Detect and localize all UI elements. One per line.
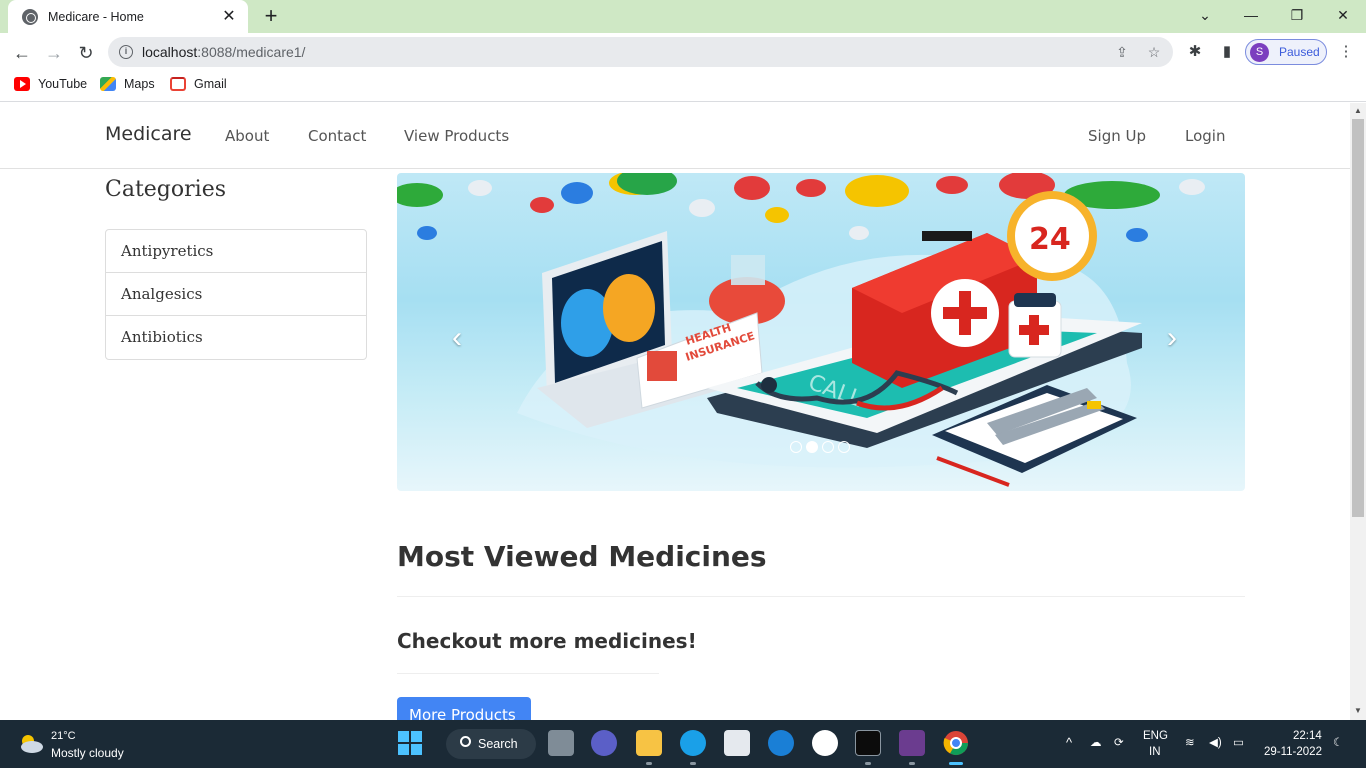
scroll-down-icon[interactable]: ▼ [1353,706,1363,715]
profile-status: Paused [1279,45,1320,59]
cloud-icon [21,735,43,753]
store-icon[interactable] [724,730,750,756]
carousel-dot[interactable] [790,441,802,453]
nav-login[interactable]: Login [1185,127,1225,145]
extensions-icon[interactable]: ✱ [1186,43,1204,61]
bookmarks-bar: YouTube Maps Gmail [0,71,1366,102]
close-window-button[interactable]: ✕ [1320,0,1366,30]
new-tab-button[interactable]: + [258,4,284,30]
volume-icon[interactable]: ◀) [1209,735,1222,749]
share-icon[interactable]: ⇪ [1114,44,1130,60]
help-icon[interactable] [768,730,794,756]
side-panel-icon[interactable]: ▮ [1218,43,1236,61]
terminal-icon[interactable] [855,730,881,756]
task-view-icon[interactable] [548,730,574,756]
site-navbar: Medicare About Contact View Products Sig… [0,103,1350,169]
divider [397,673,659,674]
running-indicator [646,762,652,765]
browser-tab-bar: Medicare - Home ✕ + ⌄ — ❐ ✕ [0,0,1366,33]
active-indicator [949,762,963,765]
app-icon[interactable] [812,730,838,756]
running-indicator [909,762,915,765]
category-item[interactable]: Analgesics [106,273,366,316]
clock-time[interactable]: 22:14 [1293,730,1322,742]
brand-link[interactable]: Medicare [105,123,192,145]
file-explorer-icon[interactable] [636,730,662,756]
running-indicator [865,762,871,765]
stopwatch-number: 24 [1029,222,1071,257]
carousel-dot[interactable] [838,441,850,453]
carousel-dot[interactable] [822,441,834,453]
sync-icon[interactable]: ⟳ [1114,735,1124,749]
tab-search-icon[interactable]: ⌄ [1182,0,1228,30]
battery-icon[interactable]: ▭ [1233,735,1244,749]
carousel-indicators [790,441,850,453]
edge-icon[interactable] [680,730,706,756]
bookmark-gmail[interactable]: Gmail [170,77,227,91]
scroll-thumb[interactable] [1352,119,1364,517]
image-carousel: HEALTH INSURANCE CALL 24 ‹ › [397,173,1245,491]
region-label[interactable]: IN [1149,746,1161,758]
categories-heading: Categories [105,177,226,202]
back-icon[interactable]: ← [8,39,36,67]
divider [397,596,1245,597]
onedrive-icon[interactable]: ☁ [1090,735,1102,749]
taskbar-search[interactable]: Search [446,729,536,759]
bookmark-maps[interactable]: Maps [100,77,155,91]
tab-title: Medicare - Home [48,9,144,24]
chevron-up-icon[interactable]: ^ [1066,735,1072,750]
scroll-up-icon[interactable]: ▲ [1353,106,1363,115]
chrome-icon[interactable] [943,730,969,756]
teams-chat-icon[interactable] [591,730,617,756]
more-products-button[interactable]: More Products [397,697,531,720]
gmail-icon [170,77,186,91]
running-indicator [690,762,696,765]
os-taskbar: 21°C Mostly cloudy Search ^ ☁ ⟳ ENG IN ≋… [0,720,1366,768]
minimize-button[interactable]: — [1228,0,1274,30]
globe-icon [22,8,38,25]
category-list: Antipyretics Analgesics Antibiotics [105,229,367,360]
nav-sign-up[interactable]: Sign Up [1088,127,1146,145]
carousel-prev-icon[interactable]: ‹ [452,321,462,355]
windows-start-icon[interactable] [397,730,423,756]
bookmark-star-icon[interactable]: ☆ [1146,44,1162,60]
nav-about[interactable]: About [225,127,269,145]
category-item[interactable]: Antibiotics [106,316,366,359]
menu-icon[interactable]: ⋮ [1337,43,1355,61]
youtube-icon [14,77,30,91]
carousel-dot-active[interactable] [806,441,818,453]
forward-icon[interactable]: → [40,39,68,67]
info-icon[interactable]: i [119,45,133,59]
language-label[interactable]: ENG [1143,730,1168,742]
browser-toolbar: ← → ↻ i localhost:8088/medicare1/ ⇪ ☆ ✱ … [0,33,1366,71]
restore-button[interactable]: ❐ [1274,0,1320,30]
close-tab-icon[interactable]: ✕ [220,8,238,26]
stopwatch-graphic: 24 [1007,191,1097,281]
profile-button[interactable]: S Paused [1245,39,1327,65]
most-viewed-heading: Most Viewed Medicines [397,540,767,573]
moon-icon[interactable]: ☾ [1333,735,1343,749]
page-scrollbar[interactable]: ▲ ▼ [1350,103,1366,720]
weather-condition[interactable]: Mostly cloudy [51,746,124,760]
reload-icon[interactable]: ↻ [72,39,100,67]
avatar: S [1250,43,1269,62]
carousel-next-icon[interactable]: › [1167,321,1177,355]
search-icon [460,736,471,747]
maps-icon [100,77,116,91]
clock-date[interactable]: 29-11-2022 [1264,746,1322,758]
browser-tab[interactable]: Medicare - Home ✕ [8,0,248,33]
nav-contact[interactable]: Contact [308,127,366,145]
bookmark-youtube[interactable]: YouTube [14,77,87,91]
wifi-icon[interactable]: ≋ [1185,735,1195,749]
web-page: Medicare About Contact View Products Sig… [0,103,1350,720]
checkout-heading: Checkout more medicines! [397,629,697,653]
category-item[interactable]: Antipyretics [106,230,366,273]
app-icon[interactable] [899,730,925,756]
weather-temperature[interactable]: 21°C [51,730,76,742]
address-bar[interactable]: i localhost:8088/medicare1/ ⇪ ☆ [108,37,1173,67]
nav-view-products[interactable]: View Products [404,127,509,145]
url-text[interactable]: localhost:8088/medicare1/ [142,44,305,60]
